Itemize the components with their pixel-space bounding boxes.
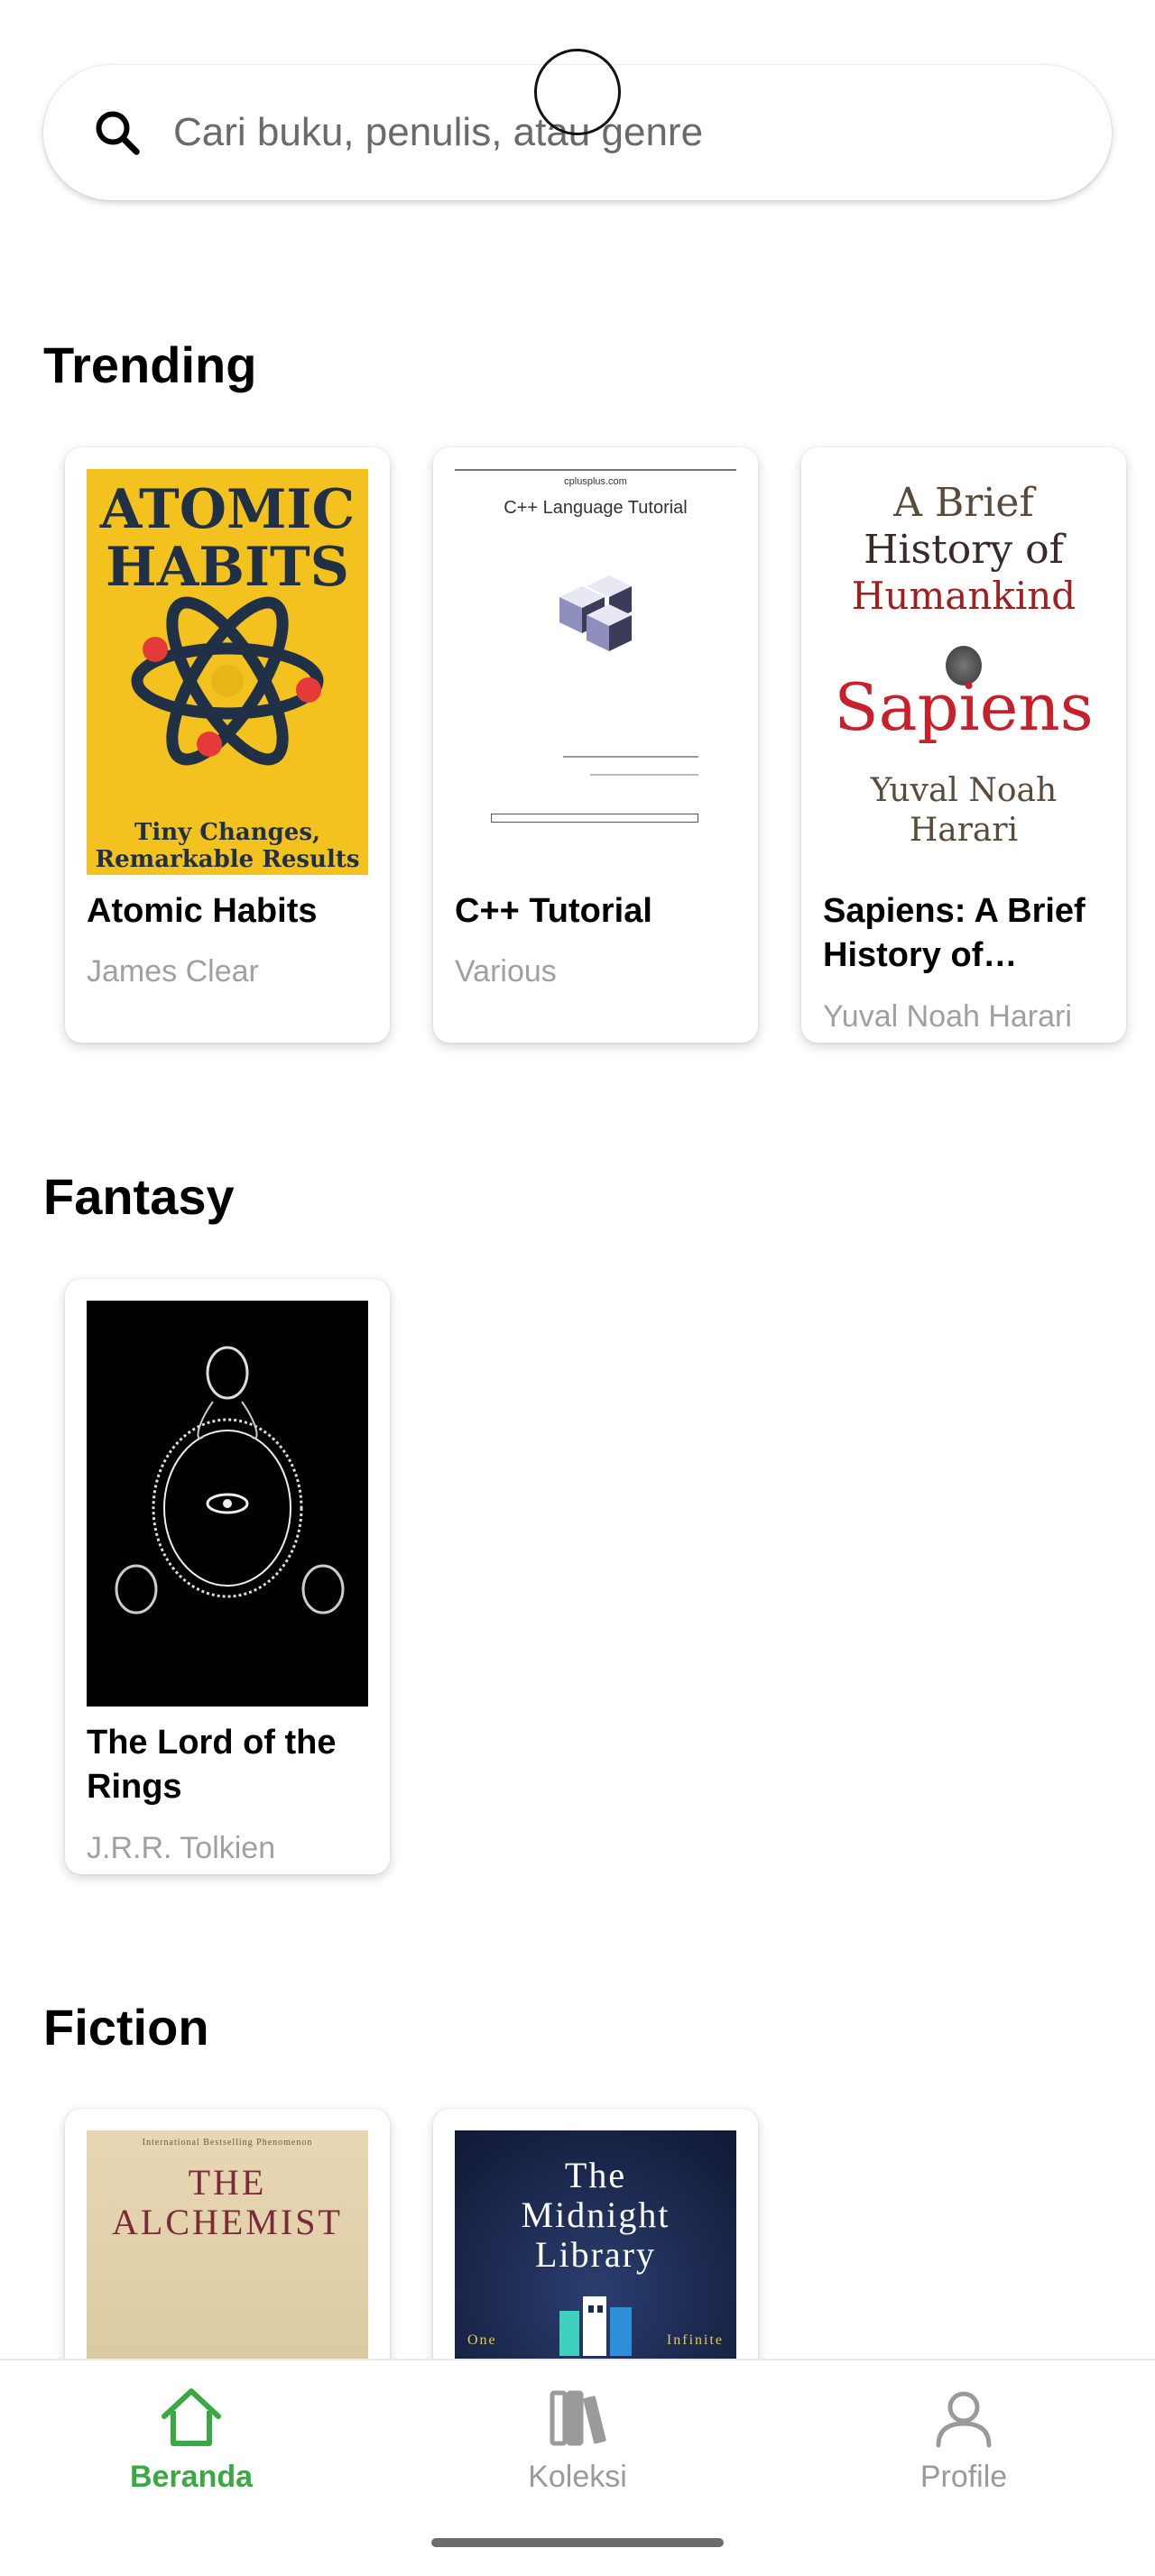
gesture-home-bar[interactable] bbox=[431, 2538, 724, 2547]
book-author: Yuval Noah Harari bbox=[823, 999, 1072, 1030]
atom-illustration bbox=[131, 596, 324, 766]
nav-item-profile[interactable]: Profile bbox=[855, 2382, 1072, 2495]
book-author: J.R.R. Tolkien bbox=[87, 1831, 276, 1862]
book-cover: cplusplus.com C++ Language Tutorial bbox=[455, 469, 736, 875]
nav-item-koleksi[interactable]: Koleksi bbox=[469, 2382, 686, 2495]
ring-illustration bbox=[115, 1346, 345, 1615]
touch-indicator bbox=[534, 49, 621, 135]
book-card-cpp-tutorial[interactable]: cplusplus.com C++ Language Tutorial C++ … bbox=[433, 447, 758, 1043]
book-cover bbox=[87, 1301, 368, 1707]
section-title-fiction: Fiction bbox=[43, 1999, 209, 2056]
books-icon bbox=[550, 2390, 606, 2446]
book-cover: A Brief History of Humankind Sapiens Yuv… bbox=[823, 469, 1104, 875]
book-title: The Lord of the Rings bbox=[87, 1724, 337, 1806]
book-title: C++ Tutorial bbox=[455, 892, 652, 930]
book-card-lord-of-the-rings[interactable]: The Lord of the Rings J.R.R. Tolkien bbox=[65, 1279, 390, 1874]
book-cover: The Midnight Library One Infinite bbox=[455, 2130, 736, 2359]
nav-label: Koleksi bbox=[528, 2460, 627, 2494]
book-card-atomic-habits[interactable]: ATOMIC HABITS Tiny Changes, Remarkable R… bbox=[65, 447, 390, 1043]
book-author: Various bbox=[455, 954, 557, 989]
book-card-the-alchemist[interactable]: International Bestselling Phenomenon THE… bbox=[65, 2109, 390, 2359]
cubes-illustration bbox=[559, 575, 632, 651]
nav-item-beranda[interactable]: Beranda bbox=[83, 2382, 300, 2495]
search-placeholder: Cari buku, penulis, atau genre bbox=[173, 110, 704, 154]
book-card-sapiens[interactable]: A Brief History of Humankind Sapiens Yuv… bbox=[801, 447, 1126, 1043]
section-title-fantasy: Fantasy bbox=[43, 1168, 235, 1225]
book-cover: ATOMIC HABITS Tiny Changes, Remarkable R… bbox=[87, 469, 368, 875]
section-title-trending: Trending bbox=[43, 336, 257, 393]
home-icon bbox=[162, 2388, 221, 2446]
book-title: Sapiens: A Brief History of Humankind bbox=[823, 892, 1086, 974]
nav-label: Beranda bbox=[129, 2460, 254, 2494]
home-feed[interactable]: Cari buku, penulis, atau genre Trending … bbox=[0, 0, 1155, 2359]
book-card-the-midnight-library[interactable]: The Midnight Library One Infinite bbox=[433, 2109, 758, 2359]
book-author: James Clear bbox=[87, 954, 259, 989]
search-icon bbox=[96, 111, 140, 155]
book-title: Atomic Habits bbox=[87, 892, 318, 930]
book-cover: International Bestselling Phenomenon THE… bbox=[87, 2130, 368, 2359]
library-illustration bbox=[559, 2296, 632, 2356]
person-icon bbox=[936, 2391, 992, 2448]
nav-label: Profile bbox=[919, 2460, 1008, 2494]
